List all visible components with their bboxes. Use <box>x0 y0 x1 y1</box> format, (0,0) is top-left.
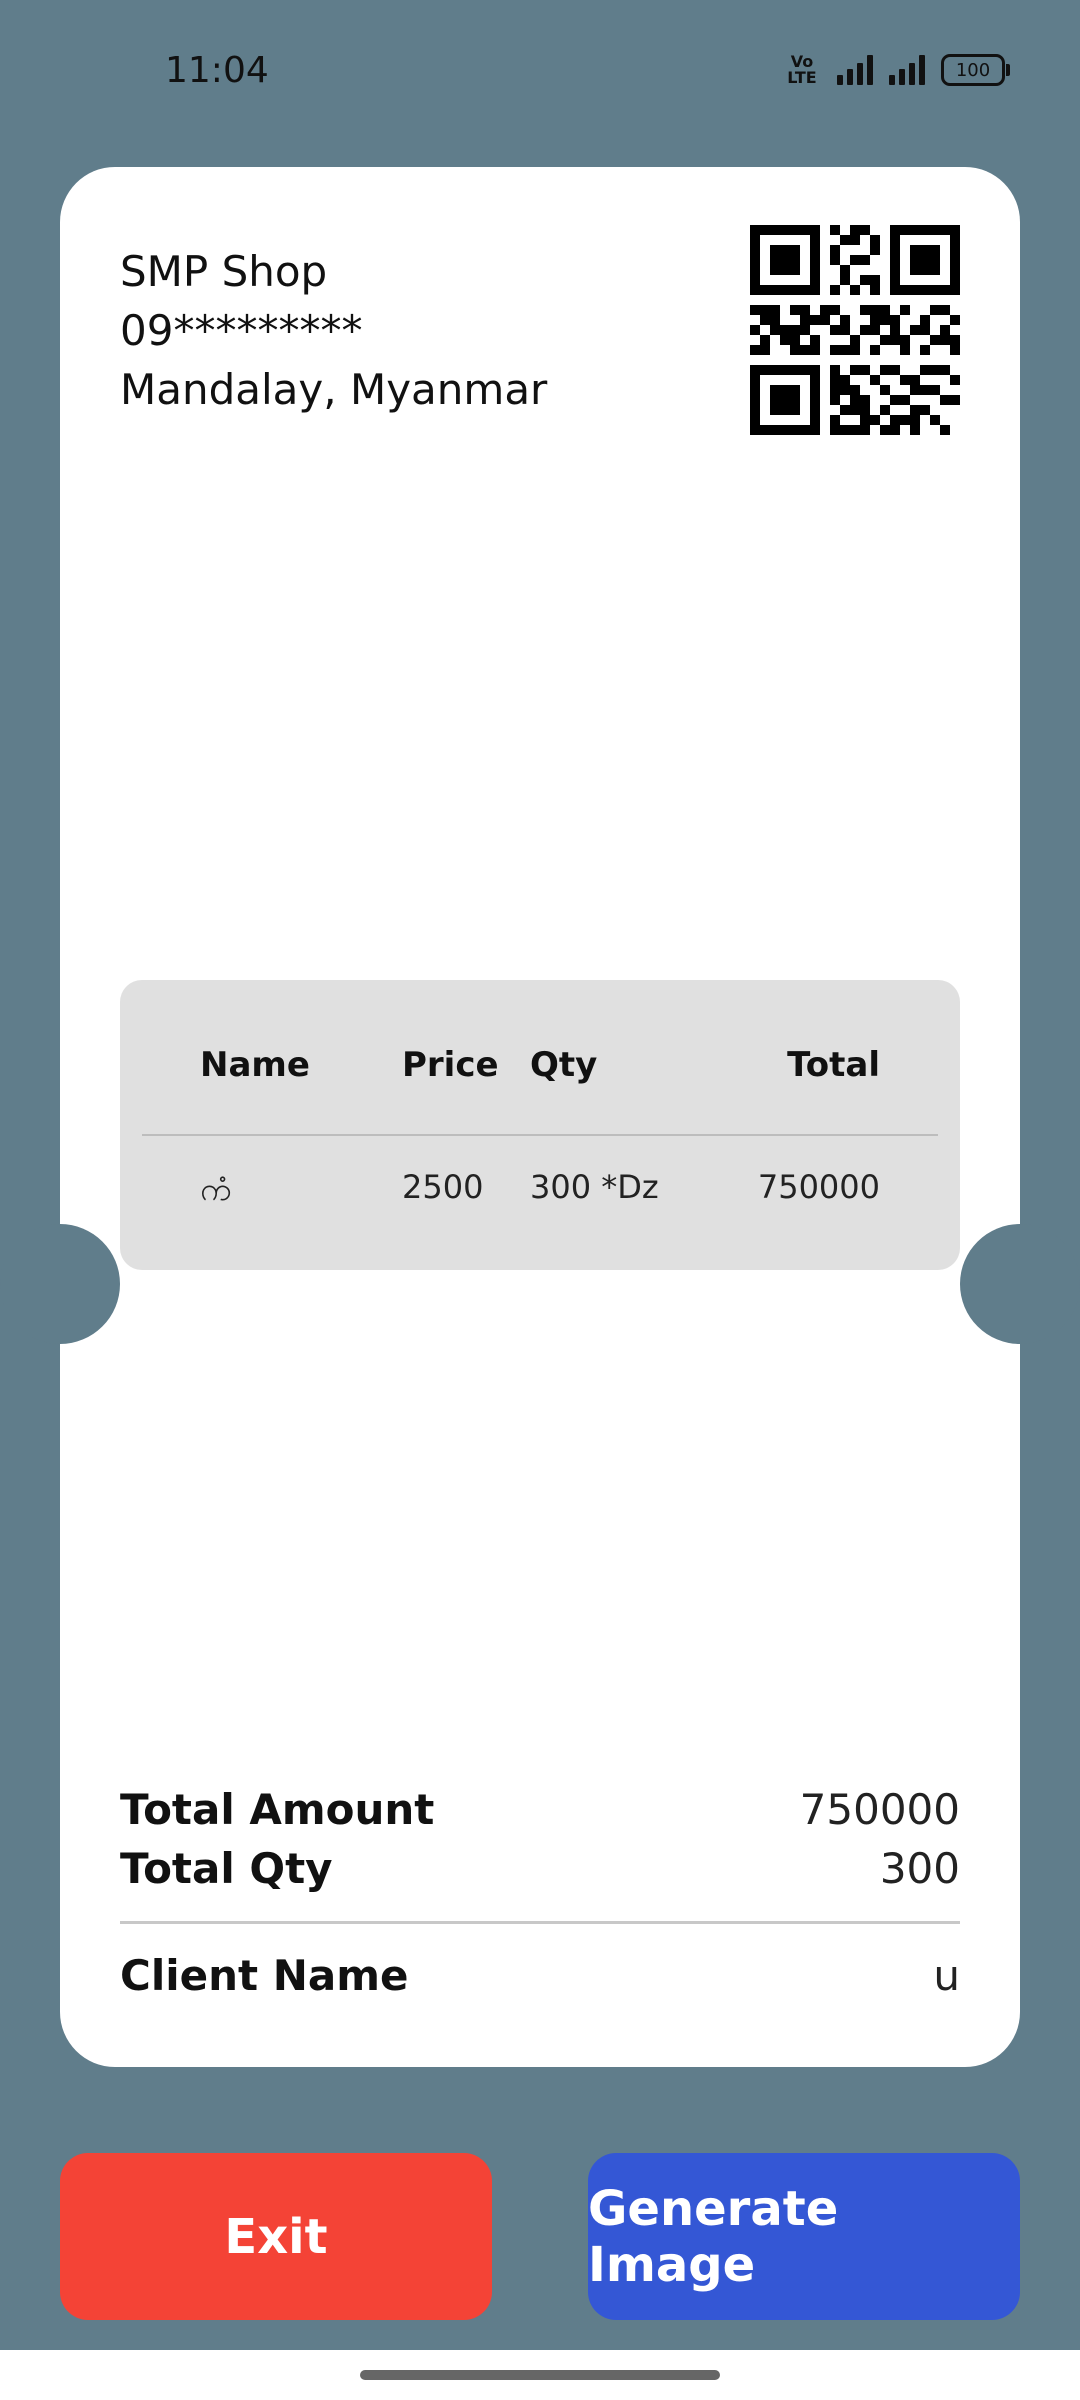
table-cell-qty: 300 *Dz <box>530 1168 659 1206</box>
status-time: 11:04 <box>165 50 269 91</box>
summary-divider <box>120 1921 960 1924</box>
battery-icon: 100 <box>941 54 1010 86</box>
table-cell-name: ကံ <box>200 1170 232 1208</box>
summary-total-qty: Total Qty 300 <box>120 1844 960 1893</box>
table-divider <box>142 1134 938 1136</box>
qr-code-icon <box>750 225 960 435</box>
shop-name: SMP Shop <box>120 247 328 296</box>
items-table: Name Price Qty Total ကံ 2500 300 *Dz 750… <box>120 980 960 1270</box>
signal-icon <box>837 55 873 85</box>
table-cell-total: 750000 <box>757 1168 880 1206</box>
shop-info: SMP Shop 09********* Mandalay, Myanmar <box>120 242 547 419</box>
shop-address: Mandalay, Myanmar <box>120 365 548 414</box>
battery-level: 100 <box>955 59 991 81</box>
home-indicator[interactable] <box>360 2370 720 2380</box>
receipt-notch-right <box>960 1224 1080 1344</box>
table-cell-price: 2500 <box>402 1168 484 1206</box>
total-qty-value: 300 <box>879 1844 960 1893</box>
total-amount-value: 750000 <box>799 1785 960 1834</box>
status-icons: Vo LTE 100 <box>783 52 1010 87</box>
receipt-notch-left <box>0 1224 120 1344</box>
total-qty-label: Total Qty <box>120 1844 333 1893</box>
table-header-price: Price <box>402 1045 499 1085</box>
shop-phone: 09********* <box>120 306 363 355</box>
client-name-value: u <box>933 1951 960 2000</box>
signal-icon <box>889 55 925 85</box>
table-header-name: Name <box>200 1045 310 1085</box>
total-amount-label: Total Amount <box>120 1785 435 1834</box>
exit-button[interactable]: Exit <box>60 2153 492 2320</box>
receipt-card: SMP Shop 09********* Mandalay, Myanmar N… <box>0 167 1080 2067</box>
generate-image-button[interactable]: Generate Image <box>588 2153 1020 2320</box>
status-bar: 11:04 Vo LTE 100 <box>0 0 1080 150</box>
table-header-total: Total <box>787 1045 880 1085</box>
navigation-bar <box>0 2350 1080 2400</box>
client-name-label: Client Name <box>120 1951 409 2000</box>
table-header-qty: Qty <box>530 1045 598 1085</box>
summary-client-name: Client Name u <box>120 1951 960 2000</box>
summary-total-amount: Total Amount 750000 <box>120 1785 960 1834</box>
volte-icon: Vo LTE <box>787 52 817 87</box>
